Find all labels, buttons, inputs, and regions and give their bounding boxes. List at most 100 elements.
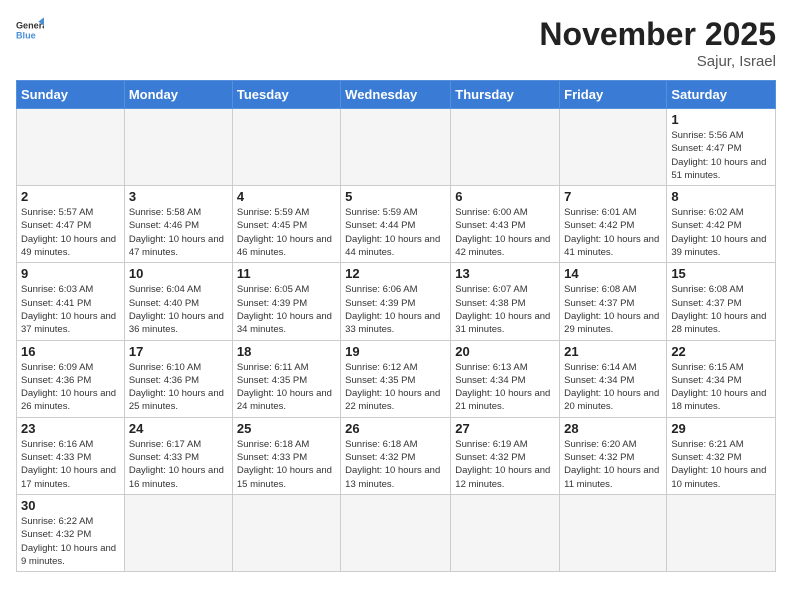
day-info: Sunrise: 6:01 AMSunset: 4:42 PMDaylight:… xyxy=(564,206,662,259)
logo-icon: General Blue xyxy=(16,16,44,44)
day-number: 14 xyxy=(564,266,662,281)
calendar-cell: 7 Sunrise: 6:01 AMSunset: 4:42 PMDaylight… xyxy=(560,186,667,263)
day-number: 24 xyxy=(129,421,228,436)
day-number: 28 xyxy=(564,421,662,436)
day-number: 3 xyxy=(129,189,228,204)
calendar-cell: 12 Sunrise: 6:06 AMSunset: 4:39 PMDayligh… xyxy=(341,263,451,340)
calendar-week-row: 9 Sunrise: 6:03 AMSunset: 4:41 PMDaylight… xyxy=(17,263,776,340)
day-info: Sunrise: 6:03 AMSunset: 4:41 PMDaylight:… xyxy=(21,283,120,336)
calendar-cell: 23 Sunrise: 6:16 AMSunset: 4:33 PMDayligh… xyxy=(17,417,125,494)
day-info: Sunrise: 6:19 AMSunset: 4:32 PMDaylight:… xyxy=(455,438,555,491)
day-number: 27 xyxy=(455,421,555,436)
calendar-cell xyxy=(232,109,340,186)
day-number: 1 xyxy=(671,112,771,127)
day-info: Sunrise: 6:20 AMSunset: 4:32 PMDaylight:… xyxy=(564,438,662,491)
day-info: Sunrise: 6:15 AMSunset: 4:34 PMDaylight:… xyxy=(671,361,771,414)
calendar-cell: 4 Sunrise: 5:59 AMSunset: 4:45 PMDaylight… xyxy=(232,186,340,263)
day-number: 2 xyxy=(21,189,120,204)
day-info: Sunrise: 5:58 AMSunset: 4:46 PMDaylight:… xyxy=(129,206,228,259)
day-info: Sunrise: 6:12 AMSunset: 4:35 PMDaylight:… xyxy=(345,361,446,414)
day-number: 21 xyxy=(564,344,662,359)
day-number: 7 xyxy=(564,189,662,204)
weekday-header-thursday: Thursday xyxy=(451,81,560,109)
calendar-cell xyxy=(341,494,451,571)
calendar-cell xyxy=(124,109,232,186)
calendar-week-row: 1 Sunrise: 5:56 AMSunset: 4:47 PMDaylight… xyxy=(17,109,776,186)
calendar-cell: 27 Sunrise: 6:19 AMSunset: 4:32 PMDayligh… xyxy=(451,417,560,494)
calendar-cell: 6Sunrise: 6:00 AMSunset: 4:43 PMDaylight… xyxy=(451,186,560,263)
weekday-header-tuesday: Tuesday xyxy=(232,81,340,109)
weekday-header-wednesday: Wednesday xyxy=(341,81,451,109)
weekday-header-sunday: Sunday xyxy=(17,81,125,109)
day-info: Sunrise: 6:09 AMSunset: 4:36 PMDaylight:… xyxy=(21,361,120,414)
calendar-cell: 1 Sunrise: 5:56 AMSunset: 4:47 PMDaylight… xyxy=(667,109,776,186)
day-number: 8 xyxy=(671,189,771,204)
svg-text:Blue: Blue xyxy=(16,30,36,40)
day-info: Sunrise: 6:16 AMSunset: 4:33 PMDaylight:… xyxy=(21,438,120,491)
day-number: 25 xyxy=(237,421,336,436)
calendar-week-row: 2 Sunrise: 5:57 AMSunset: 4:47 PMDaylight… xyxy=(17,186,776,263)
page-header: General Blue November 2025 Sajur, Israel xyxy=(16,16,776,70)
day-info: Sunrise: 6:22 AMSunset: 4:32 PMDaylight:… xyxy=(21,515,120,568)
day-number: 10 xyxy=(129,266,228,281)
day-number: 9 xyxy=(21,266,120,281)
calendar-cell: 3 Sunrise: 5:58 AMSunset: 4:46 PMDaylight… xyxy=(124,186,232,263)
calendar-cell: 24 Sunrise: 6:17 AMSunset: 4:33 PMDayligh… xyxy=(124,417,232,494)
day-number: 20 xyxy=(455,344,555,359)
calendar-cell xyxy=(17,109,125,186)
calendar-week-row: 16 Sunrise: 6:09 AMSunset: 4:36 PMDayligh… xyxy=(17,340,776,417)
weekday-header-saturday: Saturday xyxy=(667,81,776,109)
day-info: Sunrise: 6:05 AMSunset: 4:39 PMDaylight:… xyxy=(237,283,336,336)
day-info: Sunrise: 6:00 AMSunset: 4:43 PMDaylight:… xyxy=(455,206,555,259)
day-info: Sunrise: 6:04 AMSunset: 4:40 PMDaylight:… xyxy=(129,283,228,336)
day-number: 15 xyxy=(671,266,771,281)
calendar-cell: 14 Sunrise: 6:08 AMSunset: 4:37 PMDayligh… xyxy=(560,263,667,340)
calendar-cell xyxy=(124,494,232,571)
calendar-cell: 29Sunrise: 6:21 AMSunset: 4:32 PMDayligh… xyxy=(667,417,776,494)
day-number: 16 xyxy=(21,344,120,359)
weekday-header-row: SundayMondayTuesdayWednesdayThursdayFrid… xyxy=(17,81,776,109)
day-info: Sunrise: 6:06 AMSunset: 4:39 PMDaylight:… xyxy=(345,283,446,336)
calendar-cell: 16 Sunrise: 6:09 AMSunset: 4:36 PMDayligh… xyxy=(17,340,125,417)
day-info: Sunrise: 6:11 AMSunset: 4:35 PMDaylight:… xyxy=(237,361,336,414)
title-block: November 2025 Sajur, Israel xyxy=(539,16,776,70)
day-info: Sunrise: 6:02 AMSunset: 4:42 PMDaylight:… xyxy=(671,206,771,259)
day-number: 30 xyxy=(21,498,120,513)
day-info: Sunrise: 6:13 AMSunset: 4:34 PMDaylight:… xyxy=(455,361,555,414)
calendar-cell: 2 Sunrise: 5:57 AMSunset: 4:47 PMDaylight… xyxy=(17,186,125,263)
calendar-cell: 26 Sunrise: 6:18 AMSunset: 4:32 PMDayligh… xyxy=(341,417,451,494)
day-number: 12 xyxy=(345,266,446,281)
day-info: Sunrise: 6:17 AMSunset: 4:33 PMDaylight:… xyxy=(129,438,228,491)
calendar-cell: 17Sunrise: 6:10 AMSunset: 4:36 PMDayligh… xyxy=(124,340,232,417)
day-number: 11 xyxy=(237,266,336,281)
day-info: Sunrise: 5:57 AMSunset: 4:47 PMDaylight:… xyxy=(21,206,120,259)
day-info: Sunrise: 5:59 AMSunset: 4:44 PMDaylight:… xyxy=(345,206,446,259)
day-number: 4 xyxy=(237,189,336,204)
calendar-cell: 22Sunrise: 6:15 AMSunset: 4:34 PMDayligh… xyxy=(667,340,776,417)
day-info: Sunrise: 6:07 AMSunset: 4:38 PMDaylight:… xyxy=(455,283,555,336)
calendar-cell xyxy=(341,109,451,186)
day-info: Sunrise: 6:10 AMSunset: 4:36 PMDaylight:… xyxy=(129,361,228,414)
day-number: 29 xyxy=(671,421,771,436)
calendar-cell: 11 Sunrise: 6:05 AMSunset: 4:39 PMDayligh… xyxy=(232,263,340,340)
calendar-cell: 20 Sunrise: 6:13 AMSunset: 4:34 PMDayligh… xyxy=(451,340,560,417)
calendar-cell xyxy=(560,494,667,571)
day-info: Sunrise: 6:08 AMSunset: 4:37 PMDaylight:… xyxy=(564,283,662,336)
day-info: Sunrise: 5:59 AMSunset: 4:45 PMDaylight:… xyxy=(237,206,336,259)
day-number: 26 xyxy=(345,421,446,436)
calendar-cell: 15Sunrise: 6:08 AMSunset: 4:37 PMDayligh… xyxy=(667,263,776,340)
day-info: Sunrise: 6:18 AMSunset: 4:32 PMDaylight:… xyxy=(345,438,446,491)
calendar-week-row: 30 Sunrise: 6:22 AMSunset: 4:32 PMDayligh… xyxy=(17,494,776,571)
month-title: November 2025 xyxy=(539,16,776,53)
calendar-week-row: 23 Sunrise: 6:16 AMSunset: 4:33 PMDayligh… xyxy=(17,417,776,494)
calendar-cell: 10 Sunrise: 6:04 AMSunset: 4:40 PMDayligh… xyxy=(124,263,232,340)
calendar-cell xyxy=(232,494,340,571)
day-number: 13 xyxy=(455,266,555,281)
day-info: Sunrise: 5:56 AMSunset: 4:47 PMDaylight:… xyxy=(671,129,771,182)
day-number: 23 xyxy=(21,421,120,436)
calendar-cell: 30 Sunrise: 6:22 AMSunset: 4:32 PMDayligh… xyxy=(17,494,125,571)
calendar-cell: 5Sunrise: 5:59 AMSunset: 4:44 PMDaylight… xyxy=(341,186,451,263)
calendar-cell: 28 Sunrise: 6:20 AMSunset: 4:32 PMDayligh… xyxy=(560,417,667,494)
calendar-cell: 21Sunrise: 6:14 AMSunset: 4:34 PMDayligh… xyxy=(560,340,667,417)
calendar-cell xyxy=(451,494,560,571)
